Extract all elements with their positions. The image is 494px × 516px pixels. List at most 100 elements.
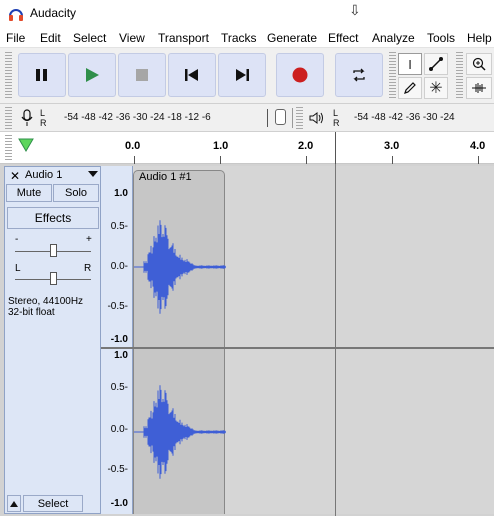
timeline-cursor-line	[335, 132, 336, 164]
menu-select[interactable]: Select	[73, 31, 106, 45]
ch1-scale-minus-half: -0.5-	[107, 301, 128, 312]
timeline-tick-1: 1.0	[213, 140, 229, 152]
cursor-line	[335, 164, 336, 516]
trim-audio-button[interactable]	[466, 77, 492, 99]
play-button[interactable]	[68, 53, 116, 97]
pan-left-label: L	[15, 263, 21, 274]
ch1-scale-top: 1.0	[114, 188, 128, 199]
record-meter-divider	[267, 109, 268, 127]
track-control-panel: ✕ Audio 1 Mute Solo Effects - + L R Ster…	[4, 166, 101, 514]
menu-bar: File Edit Select View Transport Tracks G…	[0, 28, 494, 48]
record-volume-slider[interactable]	[275, 109, 286, 125]
toolbar-area: I ✳	[0, 48, 494, 104]
menu-transport[interactable]: Transport	[158, 31, 209, 45]
ch1-scale-bottom: -1.0	[110, 334, 128, 345]
asterisk-icon: ✳	[429, 80, 443, 97]
tools-toolbar-grip[interactable]	[389, 52, 396, 100]
timeline-tick-0: 0.0	[125, 140, 141, 152]
skip-to-end-button[interactable]	[218, 53, 266, 97]
envelope-tool-icon	[429, 57, 443, 71]
effects-button[interactable]: Effects	[7, 207, 99, 229]
meter-separator	[292, 108, 293, 128]
trim-audio-icon	[472, 83, 486, 93]
menu-view[interactable]: View	[119, 31, 145, 45]
menu-edit[interactable]: Edit	[40, 31, 61, 45]
collapse-track-button[interactable]	[7, 495, 21, 512]
record-meter-right-label: R	[40, 118, 47, 128]
window-title: Audacity	[30, 6, 77, 20]
loop-button[interactable]	[335, 53, 383, 97]
menu-help[interactable]: Help	[467, 31, 492, 45]
playback-meter-grip[interactable]	[296, 107, 303, 129]
vertical-ruler[interactable]: 1.0 0.5- 0.0- -0.5- -1.0 1.0 0.5- 0.0- -…	[101, 166, 133, 514]
stop-icon	[136, 69, 148, 81]
track-format-bits: 32-bit float	[8, 307, 55, 318]
edit-toolbar-grip[interactable]	[456, 52, 463, 100]
track-menu-chevron-down-icon[interactable]	[87, 168, 99, 183]
menu-tracks[interactable]: Tracks	[221, 31, 257, 45]
draw-tool-button[interactable]	[398, 77, 422, 99]
record-meter-grip[interactable]	[5, 107, 12, 129]
transport-toolbar-grip[interactable]	[5, 52, 12, 100]
menu-file[interactable]: File	[6, 31, 25, 45]
microphone-icon[interactable]	[20, 109, 34, 130]
menu-tools[interactable]: Tools	[427, 31, 455, 45]
gain-plus-label: +	[86, 234, 92, 245]
ch2-scale-bottom: -1.0	[110, 498, 128, 509]
record-meter-scale[interactable]: -54 -48 -42 -36 -30 -24 -18 -12 -6	[64, 112, 211, 123]
ch2-scale-top: 1.0	[114, 350, 128, 361]
pause-icon	[36, 69, 47, 81]
timeline-major-tick	[392, 156, 393, 164]
select-track-button[interactable]: Select	[23, 495, 83, 512]
pan-right-label: R	[84, 263, 92, 274]
ch1-scale-half: 0.5-	[110, 221, 128, 232]
timeline-major-tick	[220, 156, 221, 164]
play-head-triangle-icon[interactable]	[18, 138, 34, 155]
waveform-channel-2	[134, 385, 226, 479]
envelope-tool-button[interactable]	[424, 53, 448, 75]
timeline-major-tick	[134, 156, 135, 164]
menu-effect[interactable]: Effect	[328, 31, 358, 45]
playback-meter-scale[interactable]: -54 -48 -42 -36 -30 -24	[354, 112, 455, 123]
record-icon	[292, 67, 308, 83]
speaker-icon[interactable]	[309, 111, 325, 128]
zoom-in-button[interactable]	[466, 53, 492, 75]
track-name[interactable]: Audio 1	[25, 169, 62, 181]
solo-button[interactable]: Solo	[53, 184, 99, 202]
multi-tool-button[interactable]: ✳	[424, 77, 448, 99]
skip-to-start-icon	[185, 69, 198, 81]
skip-to-end-icon	[236, 69, 249, 81]
ibeam-cursor-icon: I	[408, 56, 412, 72]
timeline-tick-2: 2.0	[298, 140, 314, 152]
track-format-rate: Stereo, 44100Hz	[8, 296, 84, 307]
play-icon	[86, 68, 99, 82]
mute-button[interactable]: Mute	[6, 184, 52, 202]
record-button[interactable]	[276, 53, 324, 97]
triangle-up-icon	[10, 500, 18, 507]
headphones-icon	[8, 6, 24, 22]
stop-button[interactable]	[118, 53, 166, 97]
pause-button[interactable]	[18, 53, 66, 97]
pencil-icon	[404, 82, 416, 94]
close-track-icon[interactable]: ✕	[10, 169, 20, 183]
menu-analyze[interactable]: Analyze	[372, 31, 415, 45]
gain-minus-label: -	[15, 234, 19, 245]
pan-slider-thumb[interactable]	[50, 272, 57, 285]
skip-to-start-button[interactable]	[168, 53, 216, 97]
menu-generate[interactable]: Generate	[267, 31, 317, 45]
timeline-tick-4: 4.0	[470, 140, 486, 152]
timeline-major-tick	[306, 156, 307, 164]
timeline-ruler[interactable]: 0.0 1.0 2.0 3.0 4.0	[0, 132, 494, 164]
timeline-tick-3: 3.0	[384, 140, 400, 152]
ch2-scale-minus-half: -0.5-	[107, 464, 128, 475]
record-meter-left-label: L	[40, 108, 46, 118]
meter-toolbar: L R -54 -48 -42 -36 -30 -24 -18 -12 -6 L…	[0, 104, 494, 132]
selection-tool-button[interactable]: I	[398, 53, 422, 75]
timeline-major-tick	[478, 156, 479, 164]
ch2-scale-half: 0.5-	[110, 382, 128, 393]
channel-divider	[101, 347, 494, 349]
playback-meter-left-label: L	[333, 108, 339, 118]
timeline-grip[interactable]	[5, 135, 12, 161]
ch1-scale-zero: 0.0-	[110, 261, 128, 272]
gain-slider-thumb[interactable]	[50, 244, 57, 257]
